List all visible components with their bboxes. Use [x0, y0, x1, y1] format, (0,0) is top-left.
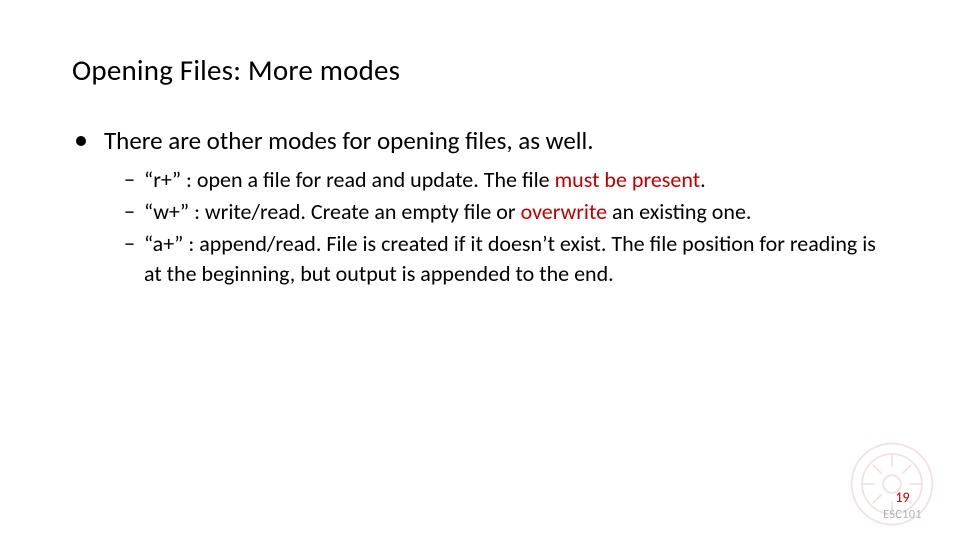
list-item: − “a+” : append/read. File is created if…	[124, 229, 880, 289]
dash-icon: −	[124, 229, 144, 259]
list-item: − “w+” : write/read. Create an empty fil…	[124, 197, 880, 227]
dash-icon: −	[124, 165, 144, 195]
text-post: .	[700, 166, 706, 193]
main-bullet-text: There are other modes for opening files,…	[104, 125, 594, 156]
list-item-text: “w+” : write/read. Create an empty file …	[144, 197, 751, 227]
text-pre: “r+” : open a file for read and update. …	[144, 166, 555, 193]
footer: 19 ESC101	[883, 489, 922, 522]
course-code: ESC101	[883, 508, 922, 522]
slide-title: Opening Files: More modes	[72, 52, 400, 88]
page-number: 19	[883, 489, 922, 506]
text-emph: must be present	[555, 166, 700, 193]
text-post: an existing one.	[607, 198, 751, 225]
dash-icon: −	[124, 197, 144, 227]
slide: Opening Files: More modes There are othe…	[0, 0, 960, 540]
list-item: − “r+” : open a file for read and update…	[124, 165, 880, 195]
text-emph: overwrite	[521, 198, 608, 225]
text-pre: “a+” : append/read. File is created if i…	[144, 230, 876, 287]
main-bullet: There are other modes for opening files,…	[76, 125, 594, 156]
text-pre: “w+” : write/read. Create an empty file …	[144, 198, 521, 225]
list-item-text: “a+” : append/read. File is created if i…	[144, 229, 880, 289]
list-item-text: “r+” : open a file for read and update. …	[144, 165, 706, 195]
bullet-disc-icon	[76, 136, 86, 146]
sub-list: − “r+” : open a file for read and update…	[124, 165, 880, 291]
